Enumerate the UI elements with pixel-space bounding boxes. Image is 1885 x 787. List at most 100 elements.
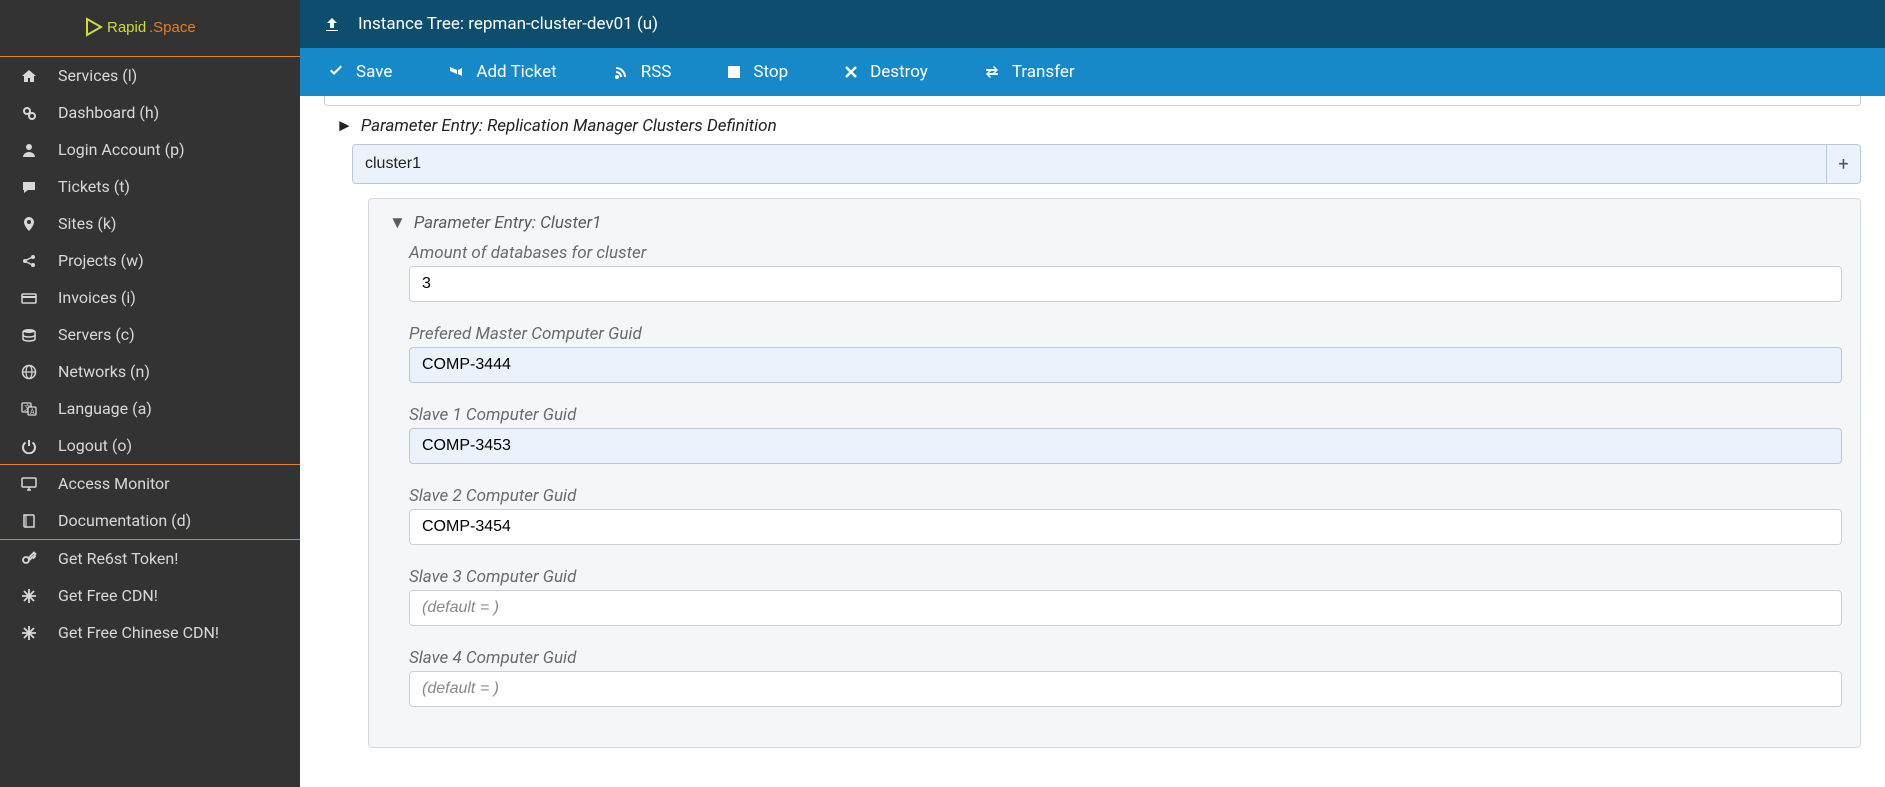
marker-icon [18,215,40,233]
sidebar-item-label: Tickets (t) [58,177,130,196]
field-label: Amount of databases for cluster [409,243,1842,263]
sidebar-item-label: Access Monitor [58,474,170,493]
main: Instance Tree: repman-cluster-dev01 (u) … [300,0,1885,787]
field-input[interactable] [409,509,1842,545]
field-input[interactable] [409,266,1842,302]
sidebar-item-globe[interactable]: Networks (n) [0,353,300,390]
sidebar-item-user[interactable]: Login Account (p) [0,131,300,168]
outer-section-title: Parameter Entry: Replication Manager Clu… [361,116,777,136]
db-icon [18,326,40,344]
share-icon [18,252,40,270]
destroy-label: Destroy [870,62,928,82]
stop-button[interactable]: Stop [699,48,816,96]
svg-text:A: A [30,408,35,416]
nav-section-main: Services (l) Dashboard (h) Login Account (… [0,56,300,464]
inner-section: ▼ Parameter Entry: Cluster1 Amount of da… [368,198,1861,748]
sidebar-item-label: Sites (k) [58,214,117,233]
gears-icon [18,104,40,122]
plus-icon: + [1838,154,1848,175]
page-title: Instance Tree: repman-cluster-dev01 (u) [358,14,658,34]
book-icon [18,512,40,530]
sidebar-item-share[interactable]: Projects (w) [0,242,300,279]
sidebar-item-label: Projects (w) [58,251,144,270]
cluster-name-bar: + [352,144,1861,184]
form-field: Amount of databases for cluster [409,243,1842,302]
form-field: Slave 1 Computer Guid [409,405,1842,464]
triangle-right-icon: ► [336,116,353,136]
toolbar: Save Add Ticket RSS Stop Destroy Transfe… [300,48,1885,96]
globe-icon [18,363,40,381]
sidebar-item-db[interactable]: Servers (c) [0,316,300,353]
sidebar-item-label: Services (l) [58,66,137,85]
sidebar-item-label: Networks (n) [58,362,150,381]
save-label: Save [356,62,392,82]
star-icon [18,587,40,605]
sidebar-item-label: Servers (c) [58,325,135,344]
sidebar-item-lang[interactable]: 文ALanguage (a) [0,390,300,427]
upload-icon[interactable] [324,16,340,32]
inner-section-title: Parameter Entry: Cluster1 [414,213,602,233]
sidebar-item-marker[interactable]: Sites (k) [0,205,300,242]
sidebar-item-comment[interactable]: Tickets (t) [0,168,300,205]
sidebar-item-power[interactable]: Logout (o) [0,427,300,464]
sidebar-item-label: Language (a) [58,399,152,418]
home-icon [18,67,40,85]
monitor-icon [18,475,40,493]
transfer-label: Transfer [1012,62,1075,82]
sidebar-item-key[interactable]: Get Re6st Token! [0,540,300,577]
header: Instance Tree: repman-cluster-dev01 (u) [300,0,1885,48]
sidebar-item-label: Get Free CDN! [58,586,158,605]
add-cluster-button[interactable]: + [1826,145,1860,183]
field-input[interactable] [409,671,1842,707]
transfer-button[interactable]: Transfer [956,48,1103,96]
sidebar-item-label: Logout (o) [58,436,132,455]
key-icon [18,550,40,568]
add-ticket-button[interactable]: Add Ticket [420,48,584,96]
field-input[interactable] [409,347,1842,383]
sidebar-item-star[interactable]: Get Free CDN! [0,577,300,614]
save-button[interactable]: Save [300,48,420,96]
sidebar-item-label: Documentation (d) [58,511,191,530]
rss-label: RSS [641,62,672,82]
stop-label: Stop [753,62,788,82]
form-field: Slave 4 Computer Guid [409,648,1842,707]
rss-button[interactable]: RSS [585,48,700,96]
form-field: Slave 3 Computer Guid [409,567,1842,626]
sidebar-item-card[interactable]: Invoices (i) [0,279,300,316]
sidebar-item-gears[interactable]: Dashboard (h) [0,94,300,131]
sidebar-item-book[interactable]: Documentation (d) [0,502,300,539]
cluster-name-input[interactable] [353,145,1826,183]
field-label: Slave 4 Computer Guid [409,648,1842,668]
previous-section-bottom [324,96,1861,106]
form-field: Slave 2 Computer Guid [409,486,1842,545]
outer-section-header[interactable]: ► Parameter Entry: Replication Manager C… [324,112,1861,144]
sidebar-item-label: Get Re6st Token! [58,549,178,568]
content: ► Parameter Entry: Replication Manager C… [300,96,1885,787]
star-icon [18,624,40,642]
sidebar-item-label: Get Free Chinese CDN! [58,623,219,642]
sidebar-item-monitor[interactable]: Access Monitor [0,465,300,502]
logo-text-2: .Space [149,19,196,36]
field-input[interactable] [409,428,1842,464]
destroy-button[interactable]: Destroy [816,48,956,96]
sidebar: Rapid .Space Services (l) Dashboard (h) Lo… [0,0,300,787]
nav-section-mid: Access Monitor Documentation (d) [0,464,300,539]
logo-text-1: Rapid [107,19,146,36]
comment-icon [18,178,40,196]
form-field: Prefered Master Computer Guid [409,324,1842,383]
user-icon [18,141,40,159]
nav-section-bottom: Get Re6st Token! Get Free CDN! Get Free Ch… [0,539,300,651]
field-input[interactable] [409,590,1842,626]
sidebar-item-label: Login Account (p) [58,140,185,159]
logo[interactable]: Rapid .Space [0,0,300,56]
sidebar-item-label: Invoices (i) [58,288,136,307]
sidebar-item-star[interactable]: Get Free Chinese CDN! [0,614,300,651]
inner-section-header[interactable]: ▼ Parameter Entry: Cluster1 [389,213,1842,233]
field-label: Prefered Master Computer Guid [409,324,1842,344]
field-label: Slave 3 Computer Guid [409,567,1842,587]
add-ticket-label: Add Ticket [476,62,556,82]
power-icon [18,437,40,455]
field-label: Slave 1 Computer Guid [409,405,1842,425]
card-icon [18,289,40,307]
sidebar-item-home[interactable]: Services (l) [0,57,300,94]
